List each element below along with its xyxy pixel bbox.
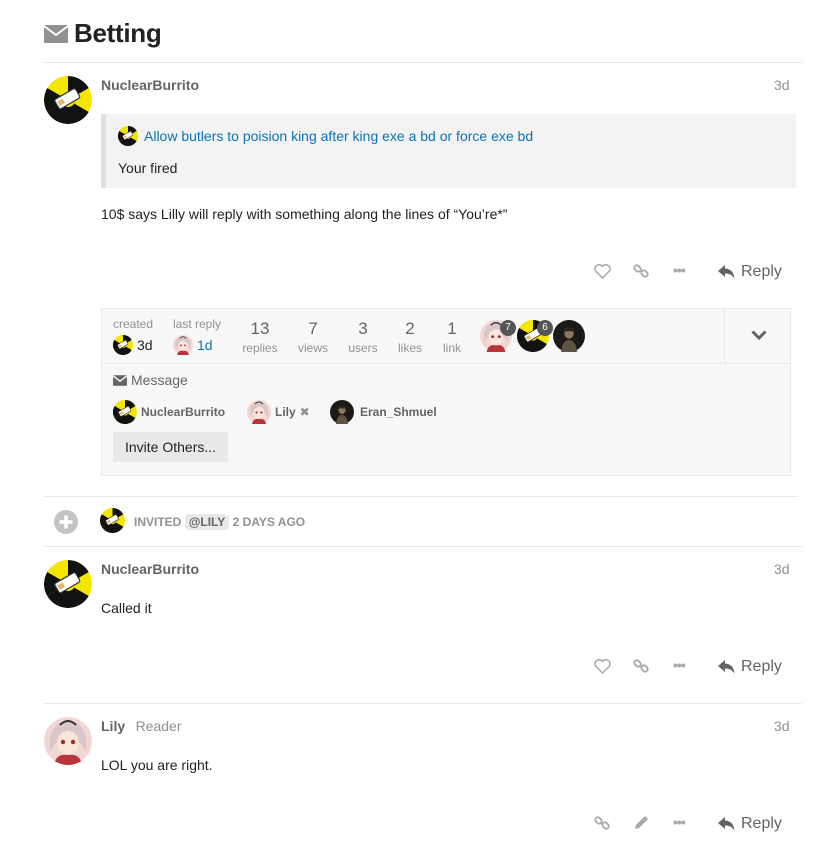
chevron-down-icon	[751, 330, 767, 341]
avatar[interactable]	[44, 76, 92, 124]
post-date[interactable]: 3d	[774, 718, 790, 734]
link-icon[interactable]	[594, 815, 610, 836]
stat-views: 7 views	[297, 319, 328, 355]
avatar[interactable]	[44, 560, 92, 608]
ellipsis-icon[interactable]: •••	[673, 262, 686, 278]
link-icon[interactable]	[633, 658, 649, 679]
avatar	[330, 400, 354, 424]
post-author: NuclearBurrito	[101, 561, 199, 579]
avatar	[247, 400, 271, 424]
avatar[interactable]	[100, 508, 125, 538]
stat-users: 3 users	[348, 319, 378, 355]
participant-avatar[interactable]: 6	[517, 320, 553, 352]
reply-button[interactable]: Reply	[718, 815, 782, 833]
author-name[interactable]: NuclearBurrito	[101, 561, 199, 577]
reply-label: Reply	[741, 815, 782, 832]
small-action-text: INVITED @LILY 2 DAYS AGO	[134, 514, 306, 530]
post-count-badge: 6	[537, 320, 553, 336]
stat-likes: 2 likes	[397, 319, 422, 355]
participant-nuclearburrito[interactable]: NuclearBurrito	[113, 400, 225, 424]
plus-circle-icon	[54, 510, 78, 539]
quote-topic-link[interactable]: Allow butlers to poision king after king…	[144, 128, 533, 144]
participant-avatar[interactable]	[553, 320, 585, 352]
reply-label: Reply	[741, 263, 782, 280]
ellipsis-icon[interactable]: •••	[673, 814, 686, 830]
participant-lily[interactable]: Lily ✖	[247, 400, 310, 424]
message-heading: Message	[113, 372, 188, 388]
divider	[44, 496, 798, 497]
reply-button[interactable]: Reply	[718, 658, 782, 676]
topic-map-expand[interactable]	[724, 309, 791, 364]
post-date[interactable]: 3d	[774, 77, 790, 93]
post-author: Lily Reader	[101, 718, 182, 736]
post-body: Called it	[101, 600, 152, 616]
reply-button[interactable]: Reply	[718, 263, 782, 281]
post-count-badge: 7	[500, 320, 516, 336]
pencil-icon[interactable]	[634, 815, 649, 835]
quote-text: Your fired	[118, 160, 178, 176]
topic-title-row: Betting	[43, 18, 162, 49]
participant-eran[interactable]: Eran_Shmuel	[330, 400, 437, 424]
user-mention[interactable]: @LILY	[184, 514, 230, 530]
reply-icon	[718, 660, 735, 674]
ellipsis-icon[interactable]: •••	[673, 657, 686, 673]
last-reply-label: last reply	[173, 317, 222, 331]
stat-links: 1 link	[442, 319, 461, 355]
quote-block: Allow butlers to poision king after king…	[101, 114, 796, 188]
avatar	[113, 335, 133, 355]
created-info[interactable]: created 3d	[113, 317, 153, 355]
reply-icon	[718, 817, 735, 831]
post-body: 10$ says Lilly will reply with something…	[101, 206, 508, 222]
divider	[44, 546, 802, 547]
envelope-icon	[43, 24, 69, 43]
divider	[44, 62, 802, 63]
user-title: Reader	[135, 718, 182, 734]
post-date[interactable]: 3d	[774, 561, 790, 577]
participant-avatar[interactable]: 7	[480, 320, 516, 352]
small-action-date[interactable]: 2 DAYS AGO	[233, 515, 305, 529]
page-title[interactable]: Betting	[74, 18, 162, 49]
post-author: NuclearBurrito	[101, 77, 199, 95]
created-label: created	[113, 317, 154, 331]
reply-icon	[718, 265, 735, 279]
avatar	[113, 400, 137, 424]
author-name[interactable]: NuclearBurrito	[101, 77, 199, 93]
last-reply-value: 1d	[197, 337, 213, 353]
created-value: 3d	[137, 337, 153, 353]
avatar[interactable]	[44, 717, 92, 765]
stat-replies: 13 replies	[242, 319, 278, 355]
invite-others-button[interactable]: Invite Others...	[113, 432, 229, 462]
divider	[44, 703, 802, 704]
post-body: LOL you are right.	[101, 757, 213, 773]
avatar	[118, 126, 138, 146]
author-name[interactable]: Lily	[101, 718, 125, 734]
avatar	[553, 320, 585, 352]
link-icon[interactable]	[633, 263, 649, 284]
envelope-icon	[113, 374, 127, 386]
heart-icon[interactable]	[594, 658, 611, 679]
last-reply-info[interactable]: last reply 1d	[173, 317, 221, 355]
heart-icon[interactable]	[594, 263, 611, 284]
avatar	[173, 335, 193, 355]
reply-label: Reply	[741, 658, 782, 675]
topic-map: created 3d last reply 1d 13 replies 7 view…	[101, 308, 791, 476]
remove-icon[interactable]: ✖	[300, 405, 310, 419]
